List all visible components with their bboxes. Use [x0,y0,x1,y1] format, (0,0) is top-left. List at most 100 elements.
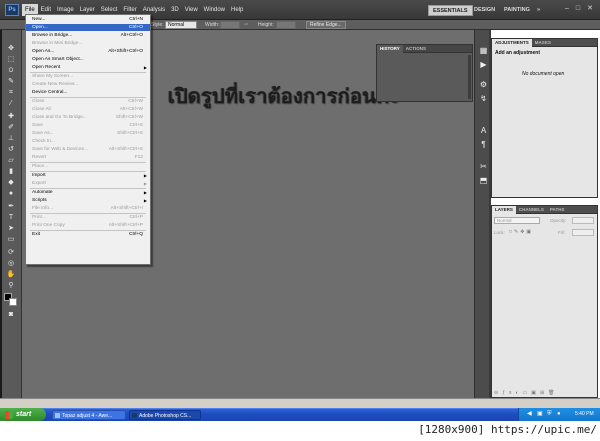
paragraph-panel-icon[interactable]: ¶ [478,140,489,149]
file-menu-item-scripts[interactable]: Scripts ▶ [26,197,150,204]
color-panel-icon[interactable]: ▦ [478,46,489,55]
blend-mode-select[interactable]: Normal [494,217,540,224]
3d-orbit-tool-icon[interactable]: ◎ [6,259,16,268]
system-tray: ◀ ▣ ⛨ ● 5:40 PM [518,408,600,421]
tab-channels[interactable]: CHANNELS [516,206,547,214]
workspace-design[interactable]: DESIGN [470,5,499,16]
shape-tool-icon[interactable]: ▭ [6,235,16,244]
menu-item-label: Share My Screen... [32,74,74,79]
history-brush-tool-icon[interactable]: ↺ [6,145,16,154]
file-menu-item-automate[interactable]: Automate ▶ [26,189,150,196]
maximize-icon[interactable]: □ [574,5,582,13]
clock[interactable]: 5:40 PM [575,408,594,421]
adjustments-panel: ADJUSTMENTS MASKS Add an adjustment No d… [491,38,598,198]
file-menu-item-new[interactable]: New... Ctrl+N [26,16,150,23]
menu-item-label: Save As... [32,131,54,136]
menu-item-label: Open As... [32,49,55,54]
move-tool-icon[interactable]: ✥ [6,44,16,53]
file-menu-item-browse-in-bridge[interactable]: Browse in Bridge... Alt+Ctrl+O [26,32,150,39]
height-input[interactable] [276,21,296,29]
tab-paths[interactable]: PATHS [547,206,568,214]
lock-icons[interactable]: □✎✥▣ [509,229,533,235]
messenger-icon[interactable]: ● [557,408,561,421]
brush-tool-icon[interactable]: ✐ [6,123,16,132]
tab-masks[interactable]: MASKS [532,39,554,47]
refine-edge-button[interactable]: Refine Edge... [306,21,346,29]
healing-tool-icon[interactable]: ✚ [6,112,16,121]
file-menu-item-close-and-go-to-bridge: Close and Go To Bridge... Shift+Ctrl+W [26,114,150,121]
crop-tool-icon[interactable]: ⌗ [6,88,16,97]
blur-tool-icon[interactable]: ◆ [6,178,16,187]
adjust-panel-icon[interactable]: ⚙ [478,80,489,89]
tab-actions[interactable]: ACTIONS [403,45,429,53]
eyedropper-tool-icon[interactable]: ⁄ [6,99,16,108]
taskbar-button-label: Topaz adjust 4 - Awe... [62,413,113,419]
tab-history[interactable]: HISTORY [377,44,403,53]
tab-adjustments[interactable]: ADJUSTMENTS [492,38,532,47]
workspace-more-button[interactable]: » [533,5,544,16]
swap-icon[interactable]: ⇄ [244,21,248,29]
path-selection-tool-icon[interactable]: ➤ [6,224,16,233]
background-color-swatch[interactable] [9,298,17,306]
file-menu-item-open-as[interactable]: Open As... Alt+Shift+Ctrl+O [26,48,150,55]
fill-input[interactable] [572,229,594,236]
layer-actions-bar[interactable]: ⊝ƒx◐▭▣⊞🗑 [494,390,558,396]
taskbar-button-photoshop[interactable]: Adobe Photoshop CS... [129,410,201,420]
pen-tool-icon[interactable]: ✒ [6,202,16,211]
marquee-tool-icon[interactable]: ⬚ [6,55,16,64]
style-select[interactable]: Normal [165,21,197,29]
3d-rotate-tool-icon[interactable]: ⟳ [6,248,16,257]
file-menu-item-open-as-smart-object[interactable]: Open As Smart Object... [26,56,150,63]
history-scrollbar[interactable] [468,55,471,99]
minimize-icon[interactable]: – [563,5,571,13]
menu-3d[interactable]: 3D [168,4,182,16]
adjustments-empty-message: No document open [522,71,565,77]
menu-item-label: Automate [32,190,53,195]
file-menu-item-open[interactable]: Open... Ctrl+O [26,24,150,31]
gradient-tool-icon[interactable]: ▮ [6,167,16,176]
styles-panel-icon[interactable]: ↯ [478,94,489,103]
menu-view[interactable]: View [182,4,201,16]
workspace-painting[interactable]: PAINTING [500,5,534,16]
file-menu-item-device-central[interactable]: Device Central... [26,89,150,96]
lasso-tool-icon[interactable]: ଠ [6,66,16,75]
quick-select-tool-icon[interactable]: ✎ [6,77,16,86]
opacity-input[interactable] [572,217,594,224]
clone-stamp-tool-icon[interactable]: ⊥ [6,134,16,143]
menu-item-shortcut: Ctrl+O [129,25,143,30]
menu-item-label: New... [32,17,46,22]
menu-item-shortcut: Alt+Shift+Ctrl+I [110,206,143,211]
swatches-panel-icon[interactable]: ▶ [478,60,489,69]
close-icon[interactable]: ✕ [586,5,594,13]
menu-item-label: Place... [32,164,48,169]
eraser-tool-icon[interactable]: ▱ [6,156,16,165]
submenu-arrow-icon: ▶ [143,181,147,186]
type-tool-icon[interactable]: T [6,213,16,222]
tab-layers[interactable]: LAYERS [492,205,516,214]
watermark-text: [1280x900] https://upic.me/ [418,423,597,436]
security-icon[interactable]: ⛨ [547,408,552,421]
taskbar-button-topaz[interactable]: Topaz adjust 4 - Awe... [52,410,126,420]
menu-item-shortcut: F12 [134,155,143,160]
file-menu-item-import[interactable]: Import ▶ [26,172,150,179]
network-icon[interactable]: ▣ [537,408,543,421]
quick-mask-icon[interactable]: ◙ [6,310,16,319]
width-label: Width: [205,22,220,28]
file-menu-item-print: Print... Ctrl+P [26,214,150,221]
dodge-tool-icon[interactable]: ● [6,189,16,198]
character-panel-icon[interactable]: A [478,126,489,135]
tools-panel-icon[interactable]: ✂ [478,162,489,171]
hand-tool-icon[interactable]: ✋ [6,270,16,279]
width-input[interactable] [220,21,240,29]
opacity-label: Opacity: [550,218,567,223]
menu-item-label: Close [32,99,45,104]
file-menu-item-exit[interactable]: Exit Ctrl+Q [26,231,150,238]
menu-item-label: Browse in Bridge... [32,33,73,38]
3d-panel-icon[interactable]: ⬒ [478,176,489,185]
file-menu-item-open-recent[interactable]: Open Recent ▶ [26,64,150,71]
workspace-essentials[interactable]: ESSENTIALS [428,5,473,16]
menu-window[interactable]: Window [201,4,228,16]
zoom-tool-icon[interactable]: ⚲ [6,281,16,290]
menu-help[interactable]: Help [228,4,246,16]
volume-icon[interactable]: ◀ [527,408,532,421]
